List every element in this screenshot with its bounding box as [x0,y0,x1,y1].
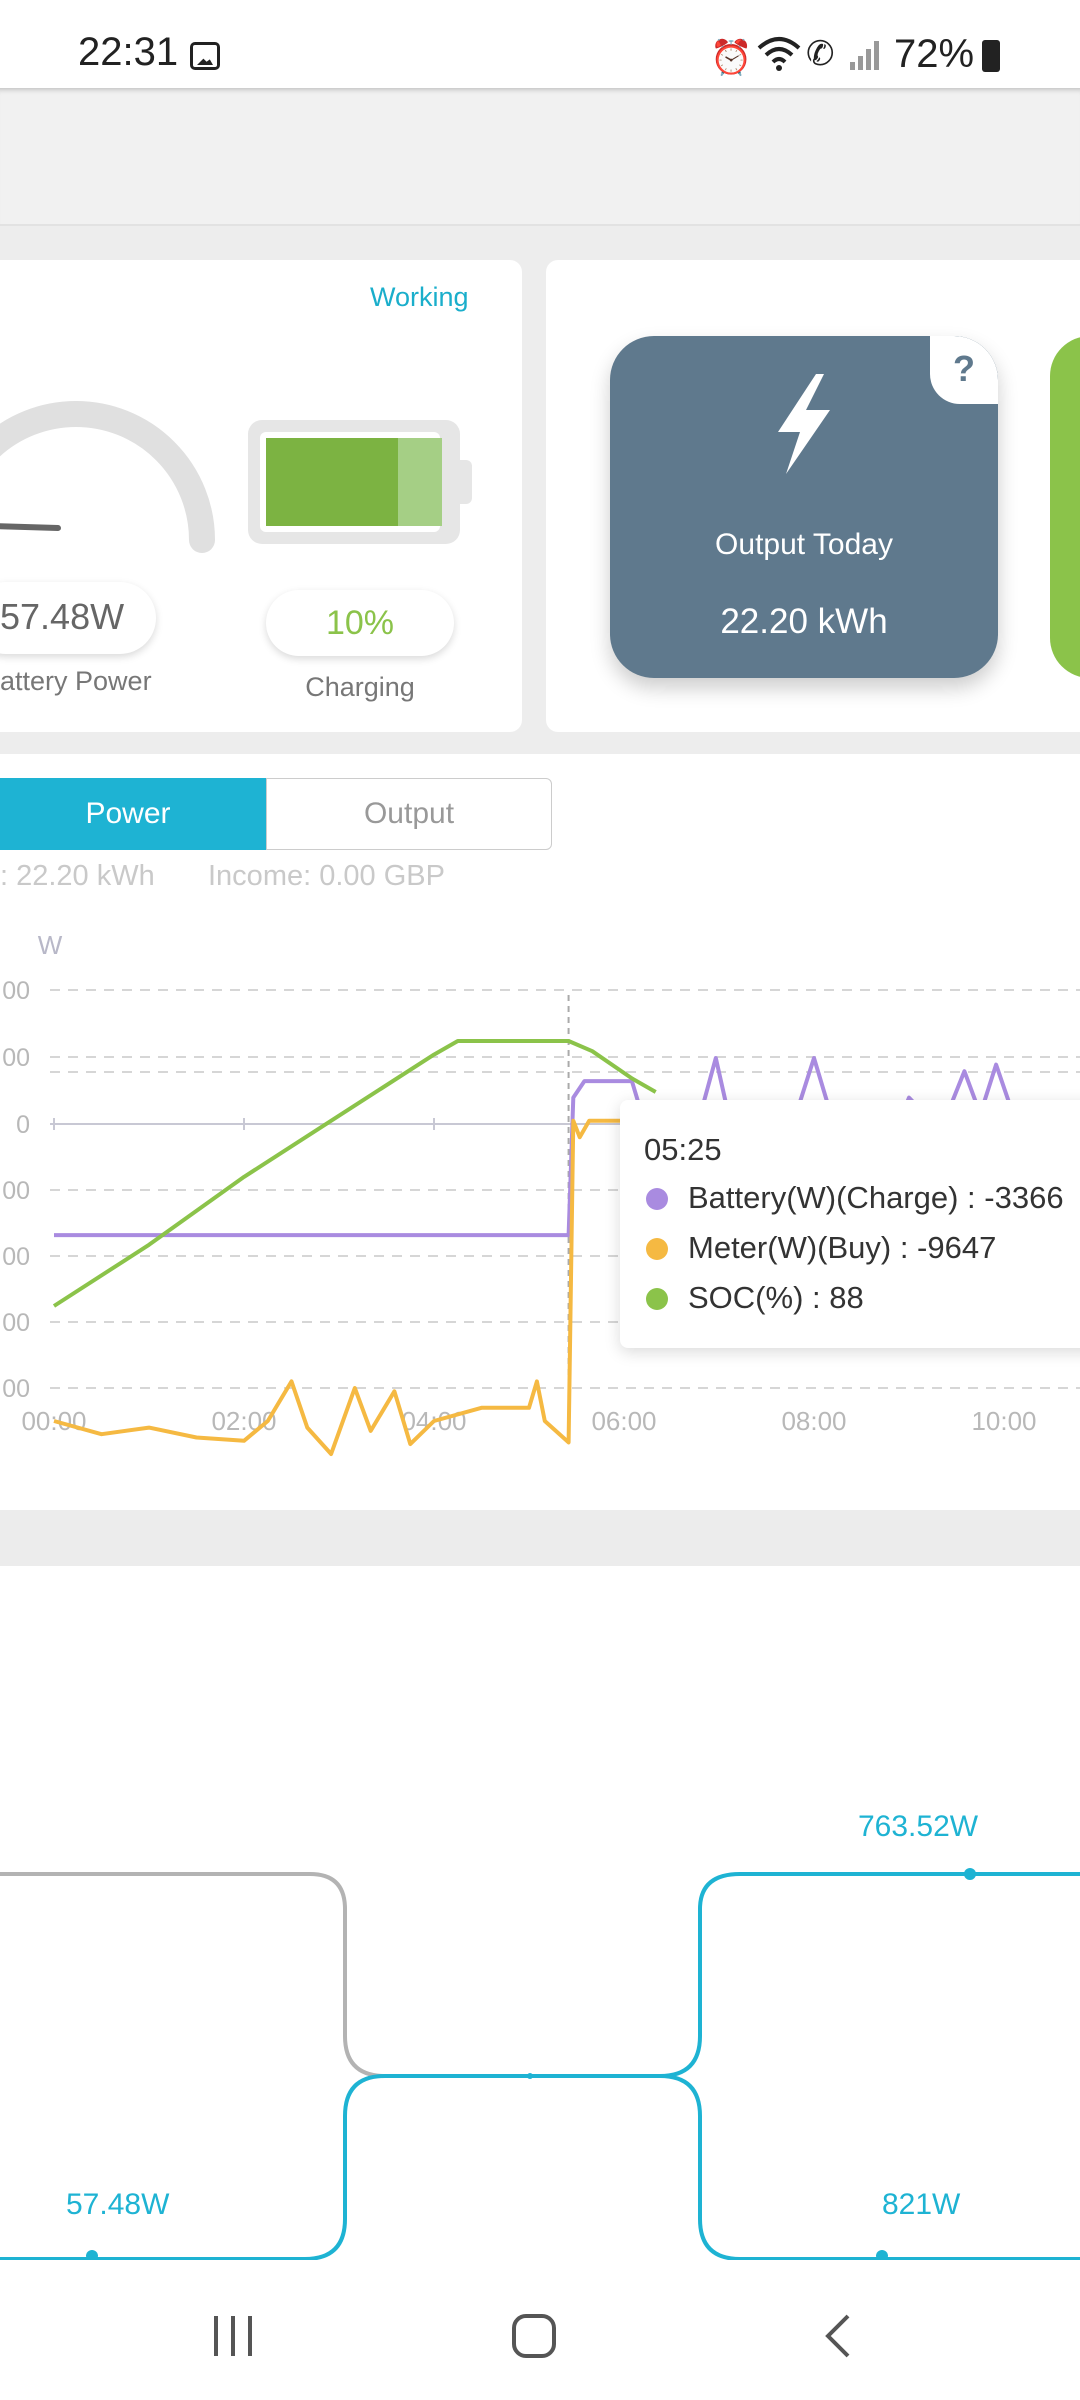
tab-power[interactable]: Power [0,778,266,850]
tab-output[interactable]: Output [266,778,552,850]
flow-dot [527,2073,533,2079]
x-tick-label: 08:00 [781,1406,846,1436]
app-header [0,88,1080,226]
battery-status-label: Working [370,282,469,312]
y-tick-label: 00 [2,1375,30,1403]
tooltip-row-soc: SOC(%) : 88 [646,1280,864,1316]
wifi-call-icon: ✆ [806,35,835,73]
signal-icon [850,41,879,70]
chart-tooltip: 05:25 Battery(W)(Charge) : -3366 Meter(W… [620,1100,1080,1348]
flow-value-bottom-left: 57.48W [66,2188,170,2221]
flow-dot [86,2250,98,2260]
battery-level-icon [248,420,472,544]
tooltip-battery-text: Battery(W)(Charge) : -3366 [688,1180,1064,1215]
section-divider [0,1510,1080,1566]
status-bar: 22:31 ⏰ ✆ 72% [0,0,1080,88]
tooltip-soc-text: SOC(%) : 88 [688,1280,864,1315]
flow-line-bottom-right [530,2074,1080,2260]
flow-line-top-right [530,1872,1080,2078]
flow-dot [876,2250,888,2260]
battery-status-icon [982,40,1000,72]
back-icon[interactable] [822,2312,854,2360]
help-icon: ? [953,348,975,389]
next-summary-tile[interactable] [1050,336,1080,678]
meter-series-dot [646,1238,668,1260]
y-tick-label: 00 [2,977,30,1005]
series-line-meter [53,1118,624,1456]
tooltip-row-battery: Battery(W)(Charge) : -3366 [646,1180,1064,1216]
x-tick-label: 06:00 [591,1406,656,1436]
flow-value-bottom-right: 821W [882,2188,961,2221]
output-today-tile: ? Output Today 22.20 kWh [610,336,998,678]
y-tick-label: 00 [2,1177,30,1205]
y-tick-label: 00 [2,1243,30,1271]
soc-series-dot [646,1288,668,1310]
series-line-soc [52,1039,657,1308]
tooltip-time: 05:25 [644,1132,722,1167]
y-tick-label: 00 [2,1044,30,1072]
energy-flow-diagram [0,1868,1080,2260]
status-time: 22:31 [78,30,179,74]
battery-series-dot [646,1188,668,1210]
energy-summary: : 22.20 kWh [0,860,155,892]
flow-value-top-right: 763.52W [858,1810,979,1843]
tooltip-row-meter: Meter(W)(Buy) : -9647 [646,1230,996,1266]
recent-apps-icon[interactable] [210,2314,256,2358]
battery-power-value: 57.48W [0,596,125,637]
y-axis-label: W [38,930,63,960]
output-today-value: 22.20 kWh [720,602,888,641]
charging-label: Charging [305,672,415,702]
battery-power-label: attery Power [0,666,152,696]
lightning-bolt-icon [778,374,830,474]
tooltip-meter-text: Meter(W)(Buy) : -9647 [688,1230,997,1265]
flow-line-bottom-left [0,2074,530,2260]
alarm-icon: ⏰ [710,39,753,77]
y-tick-label: 0 [16,1111,30,1139]
system-nav-bar [0,2260,1080,2400]
flow-dot [964,1868,976,1880]
soc-value: 10% [325,604,395,642]
flow-line-grey [0,1872,530,2078]
wifi-icon [757,37,801,71]
x-tick-label: 10:00 [971,1406,1036,1436]
home-icon[interactable] [510,2312,558,2360]
gallery-icon [190,42,220,70]
battery-percent: 72% [894,32,975,76]
battery-power-gauge [0,401,215,553]
y-tick-label: 00 [2,1309,30,1337]
income-summary: Income: 0.00 GBP [208,860,445,892]
output-today-label: Output Today [715,528,893,561]
